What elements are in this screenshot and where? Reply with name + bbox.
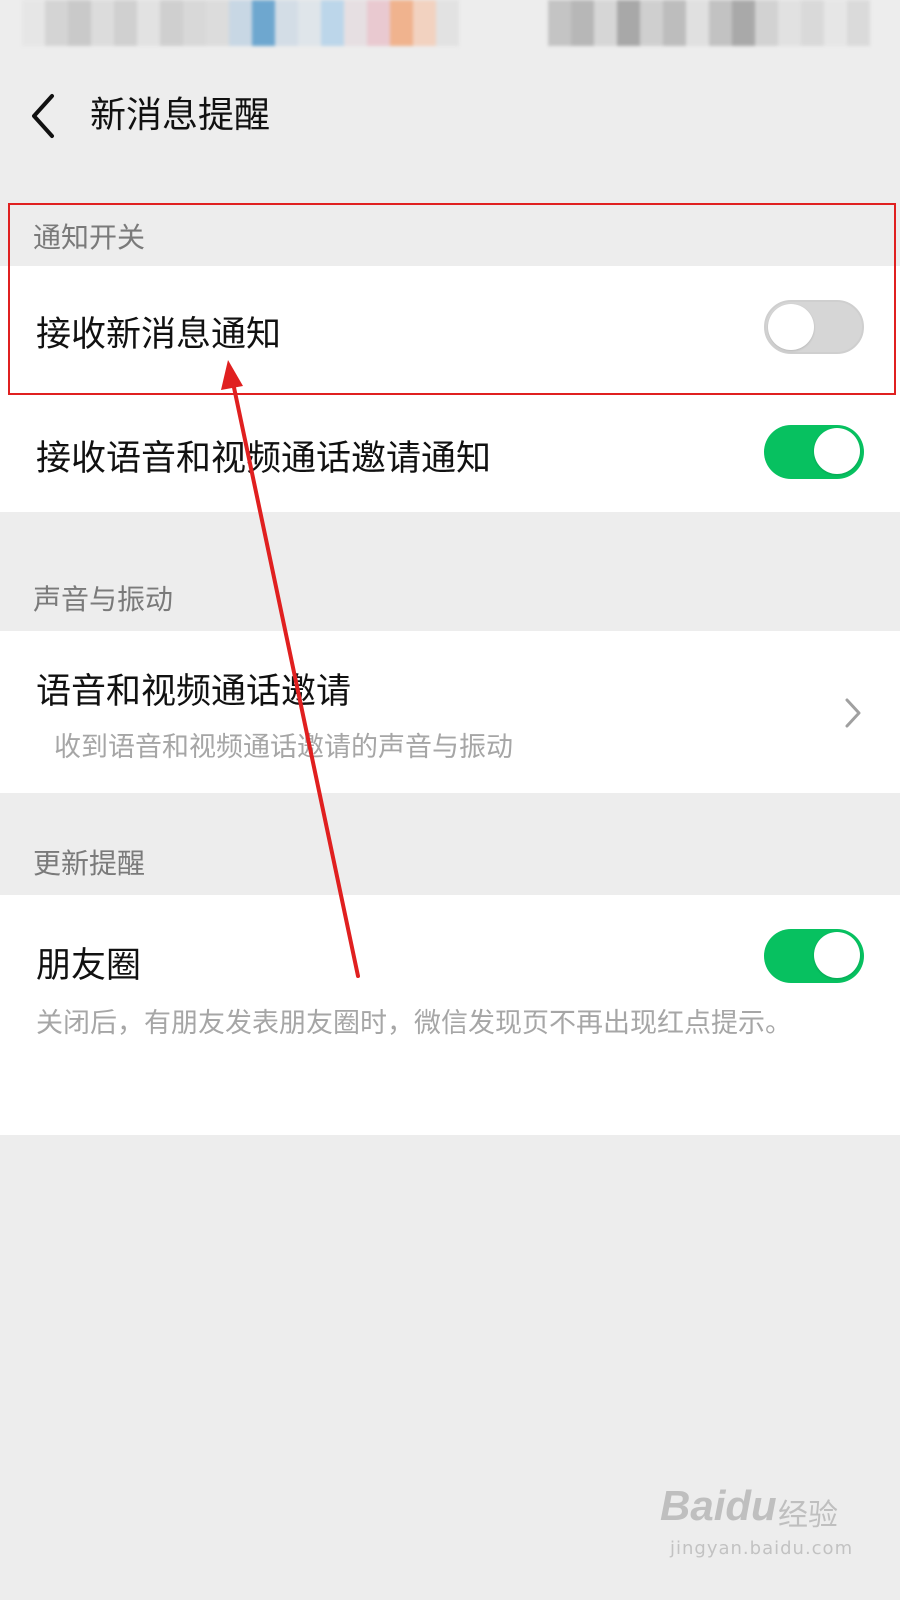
back-arrow-icon[interactable] (24, 88, 68, 144)
baidu-jingyan-watermark: Baidu 经验 jingyan.baidu.com (660, 1482, 860, 1572)
status-bar-right-blurred (548, 0, 870, 46)
watermark-sub: 经验 (778, 1498, 838, 1533)
row-description: 关闭后，有朋友发表朋友圈时，微信发现页不再出现红点提示。 (36, 1008, 792, 1039)
section-label: 更新提醒 (33, 847, 146, 880)
receive-call-invite-toggle[interactable] (764, 425, 864, 479)
section-label: 声音与振动 (33, 583, 174, 616)
toggle-knob (814, 428, 860, 474)
row-moments[interactable]: 朋友圈 关闭后，有朋友发表朋友圈时，微信发现页不再出现红点提示。 (0, 895, 900, 1135)
toggle-knob (768, 304, 814, 350)
section-header-update-reminder: 更新提醒 (0, 836, 900, 894)
status-bar (0, 0, 900, 60)
nav-header: 新消息提醒 (0, 68, 900, 164)
row-description: 收到语音和视频通话邀请的声音与振动 (54, 732, 513, 763)
watermark-url: jingyan.baidu.com (670, 1538, 854, 1559)
update-reminder-card: 朋友圈 关闭后，有朋友发表朋友圈时，微信发现页不再出现红点提示。 (0, 895, 900, 1135)
receive-new-message-toggle[interactable] (764, 300, 864, 354)
row-label: 语音和视频通话邀请 (36, 672, 352, 712)
row-call-invite-sound[interactable]: 语音和视频通话邀请 收到语音和视频通话邀请的声音与振动 (0, 631, 900, 793)
sound-vibration-card: 语音和视频通话邀请 收到语音和视频通话邀请的声音与振动 (0, 631, 900, 793)
notify-switch-card: 接收新消息通知 接收语音和视频通话邀请通知 (0, 266, 900, 512)
watermark-brand: Baidu (660, 1482, 777, 1529)
section-header-sound-vibration: 声音与振动 (0, 572, 900, 630)
page-title: 新消息提醒 (90, 95, 271, 136)
row-label: 接收语音和视频通话邀请通知 (36, 439, 492, 479)
row-receive-new-message[interactable]: 接收新消息通知 (0, 266, 900, 390)
row-label: 朋友圈 (36, 946, 142, 986)
row-label: 接收新消息通知 (36, 315, 282, 355)
section-label: 通知开关 (33, 221, 146, 254)
toggle-knob (814, 932, 860, 978)
moments-toggle[interactable] (764, 929, 864, 983)
status-bar-left-blurred (22, 0, 459, 46)
row-receive-call-invite[interactable]: 接收语音和视频通话邀请通知 (0, 390, 900, 512)
section-header-notify-switch: 通知开关 (0, 206, 900, 266)
chevron-right-icon (842, 695, 864, 731)
